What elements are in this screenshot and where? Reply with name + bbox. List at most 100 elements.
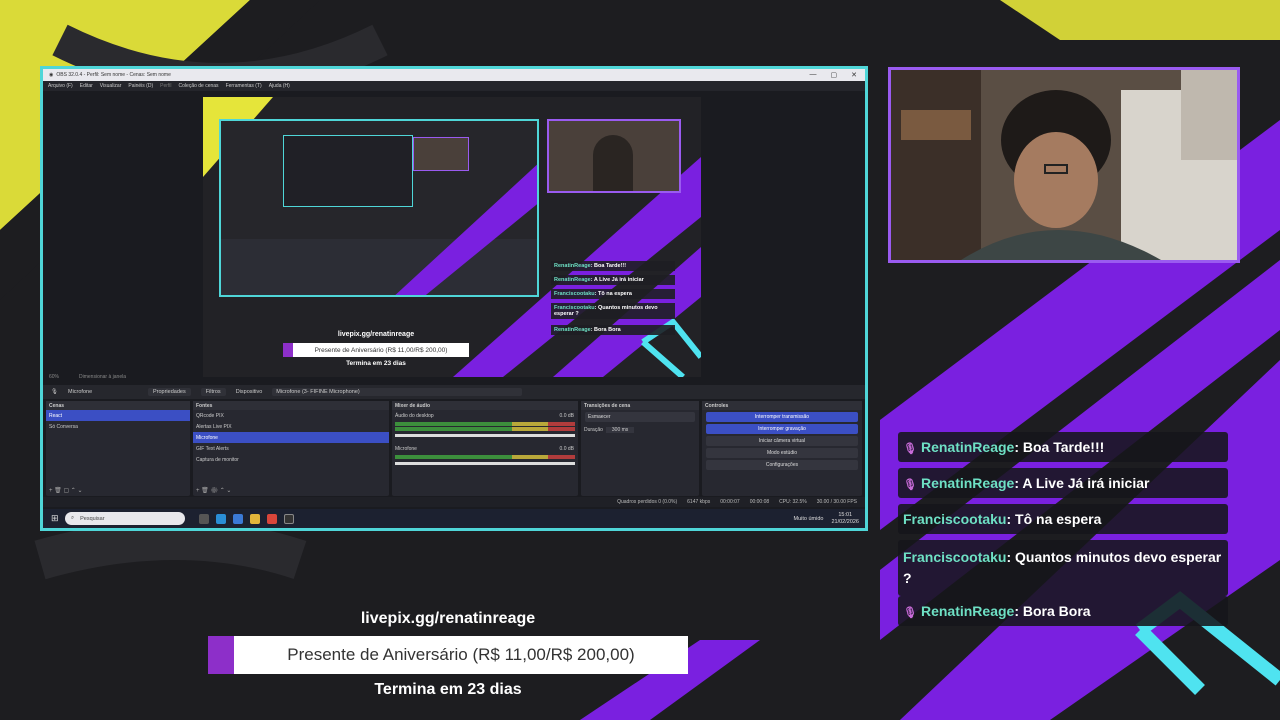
search-icon: ⌕ [71, 515, 75, 521]
chat-username: RenatinReage [920, 475, 1015, 491]
menu-ferramentas[interactable]: Ferramentas (T) [226, 83, 262, 89]
audio-mixer-dock: Mixer de áudio Áudio do desktop 0.0 dB Mi… [392, 401, 578, 496]
transitions-title: Transições de cena [581, 401, 699, 410]
mini-donation-url: livepix.gg/renatinreage [337, 331, 415, 338]
chat-message: 🎙 RenatinReage: Boa Tarde!!! [898, 432, 1228, 462]
obs-title-bar: ◉ OBS 32.0.4 - Perfil: Sem nome - Cenas:… [43, 69, 865, 81]
taskbar-apps [199, 513, 294, 524]
minimize-icon[interactable]: — [810, 71, 817, 79]
controls-title: Controles [702, 401, 862, 410]
nested-webcam [547, 119, 681, 193]
duration-input[interactable]: 300 ms [605, 426, 635, 433]
mic-icon: 🎙 [51, 389, 58, 395]
scene-item[interactable]: React [46, 410, 190, 421]
donation-progress-fill [208, 636, 234, 674]
zoom-indicator[interactable]: 60% Dimensionar à janela [49, 374, 126, 380]
controls-dock: Controles Interromper transmissão Interr… [702, 401, 862, 496]
obs-preview[interactable]: RenatinReage: Boa Tarde!!! RenatinReage:… [43, 91, 865, 381]
menu-ajuda[interactable]: Ajuda (H) [269, 83, 290, 89]
filters-button[interactable]: Filtros [200, 388, 226, 396]
windows-taskbar: ⊞ ⌕ Pesquisar Muito úmido 15:01 21/02/2026 [43, 509, 865, 528]
scenes-footer[interactable]: + 🗑 ▢ ⌃ ⌄ [49, 487, 83, 494]
chat-text: : Boa Tarde!!! [1014, 439, 1105, 455]
menu-perfil[interactable]: Perfil [160, 83, 171, 89]
dropped-frames: Quadros perdidos 0 (0.0%) [617, 499, 678, 505]
transitions-dock: Transições de cena Esmaecer Duração 300 m… [581, 401, 699, 496]
windows-start-icon[interactable]: ⊞ [51, 513, 59, 524]
maximize-icon[interactable]: ▢ [831, 71, 838, 79]
virtual-camera-button[interactable]: Iniciar câmera virtual [706, 436, 858, 446]
menu-colecao[interactable]: Coleção de cenas [179, 83, 219, 89]
chat-message: Franciscootaku: Tô na espera [898, 504, 1228, 534]
obs-app-icon[interactable] [284, 513, 294, 524]
source-item[interactable]: Alertas Live PIX [193, 421, 389, 432]
mini-chat-1: RenatinReage: Boa Tarde!!! [551, 261, 675, 271]
scene-item[interactable]: Só Conversa [46, 421, 190, 432]
record-time: 00:00:08 [749, 499, 770, 505]
chat-message: 🎙 RenatinReage: A Live Já irá iniciar [898, 468, 1228, 498]
menu-visualizar[interactable]: Visualizar [100, 83, 122, 89]
menu-arquivo[interactable]: Arquivo (F) [48, 83, 73, 89]
stop-recording-button[interactable]: Interromper gravação [706, 424, 858, 434]
donation-goal-text: Presente de Aniversário (R$ 11,00/R$ 200… [287, 645, 635, 664]
clock: 15:01 21/02/2026 [831, 511, 859, 525]
mic-icon: 🎙 [903, 607, 917, 619]
scenes-title: Cenas [46, 401, 190, 410]
close-icon[interactable]: ✕ [851, 71, 857, 79]
settings-button[interactable]: Configurações [706, 460, 858, 470]
sources-footer[interactable]: + 🗑 ⚙ ⌃ ⌄ [196, 487, 231, 494]
chat-text: : A Live Já irá iniciar [1014, 475, 1150, 491]
edge-icon[interactable] [216, 513, 226, 524]
donation-remaining: Termina em 23 dias [374, 681, 522, 698]
transition-select[interactable]: Esmaecer [585, 412, 695, 422]
studio-mode-button[interactable]: Modo estúdio [706, 448, 858, 458]
mixer-ch1-label: Áudio do desktop [395, 412, 434, 419]
mini-chat-3: Franciscootaku: Tô na espera [551, 289, 675, 299]
chat-message: Franciscootaku: Quantos minutos devo esp… [898, 540, 1228, 596]
obs-menu-bar: Arquivo (F) Editar Visualizar Painéis (D… [43, 81, 865, 91]
mini-chat-4: Franciscootaku: Quantos minutos devo esp… [551, 303, 675, 319]
mixer-ch1-meter [395, 427, 575, 431]
store-icon[interactable] [233, 513, 243, 524]
chrome-icon[interactable] [267, 513, 277, 524]
nested-capture [219, 119, 539, 297]
chat-text: : Bora Bora [1014, 603, 1091, 619]
menu-paineis[interactable]: Painéis (D) [128, 83, 153, 89]
device-label: Dispositivo [235, 389, 263, 395]
mixer-ch2-label: Microfone [395, 445, 417, 452]
bitrate: 6147 kbps [687, 499, 711, 505]
webcam-feed [888, 67, 1240, 263]
sources-dock: Fontes QRcode PIX Alertas Live PIX Micro… [193, 401, 389, 496]
fps: 30.00 / 30.00 FPS [816, 499, 857, 505]
mixer-title: Mixer de áudio [392, 401, 578, 410]
folder-icon[interactable] [250, 513, 260, 524]
source-item[interactable]: GIF Text Alerts [193, 443, 389, 454]
chat-username: Franciscootaku [903, 511, 1007, 527]
obs-window-title: OBS 32.0.4 - Perfil: Sem nome - Cenas: S… [56, 72, 171, 78]
chat-text: : Tô na espera [1006, 511, 1102, 527]
obs-status-bar: Quadros perdidos 0 (0.0%) 6147 kbps 00:0… [43, 497, 865, 507]
task-view-icon[interactable] [199, 513, 209, 524]
stream-time: 00:00:07 [720, 499, 740, 505]
chat-username: RenatinReage [920, 439, 1015, 455]
properties-button[interactable]: Propriedades [147, 388, 191, 396]
mini-chat-2: RenatinReage: A Live Já irá iniciar [551, 275, 675, 285]
taskbar-search[interactable]: ⌕ Pesquisar [65, 512, 185, 525]
stop-streaming-button[interactable]: Interromper transmissão [706, 412, 858, 422]
source-item[interactable]: QRcode PIX [193, 410, 389, 421]
chat-username: RenatinReage [920, 603, 1015, 619]
menu-editar[interactable]: Editar [80, 83, 93, 89]
source-toolbar: 🎙 Microfone Propriedades Filtros Disposi… [43, 385, 865, 399]
obs-logo-icon: ◉ [49, 72, 54, 78]
preview-canvas: RenatinReage: Boa Tarde!!! RenatinReage:… [203, 97, 701, 377]
device-select[interactable]: Microfone (3- FIFINE Microphone) [272, 388, 523, 396]
obs-screen-capture: ◉ OBS 32.0.4 - Perfil: Sem nome - Cenas:… [40, 66, 868, 531]
chat-message: 🎙 RenatinReage: Bora Bora [898, 596, 1228, 626]
sources-title: Fontes [193, 401, 389, 410]
source-item[interactable]: Microfone [193, 432, 389, 443]
mic-icon: 🎙 [903, 443, 917, 455]
mixer-ch2-slider[interactable] [395, 462, 575, 465]
mixer-ch1-slider[interactable] [395, 434, 575, 437]
mini-chat-5: RenatinReage: Bora Bora [551, 325, 675, 335]
source-item[interactable]: Captura de monitor [193, 454, 389, 465]
